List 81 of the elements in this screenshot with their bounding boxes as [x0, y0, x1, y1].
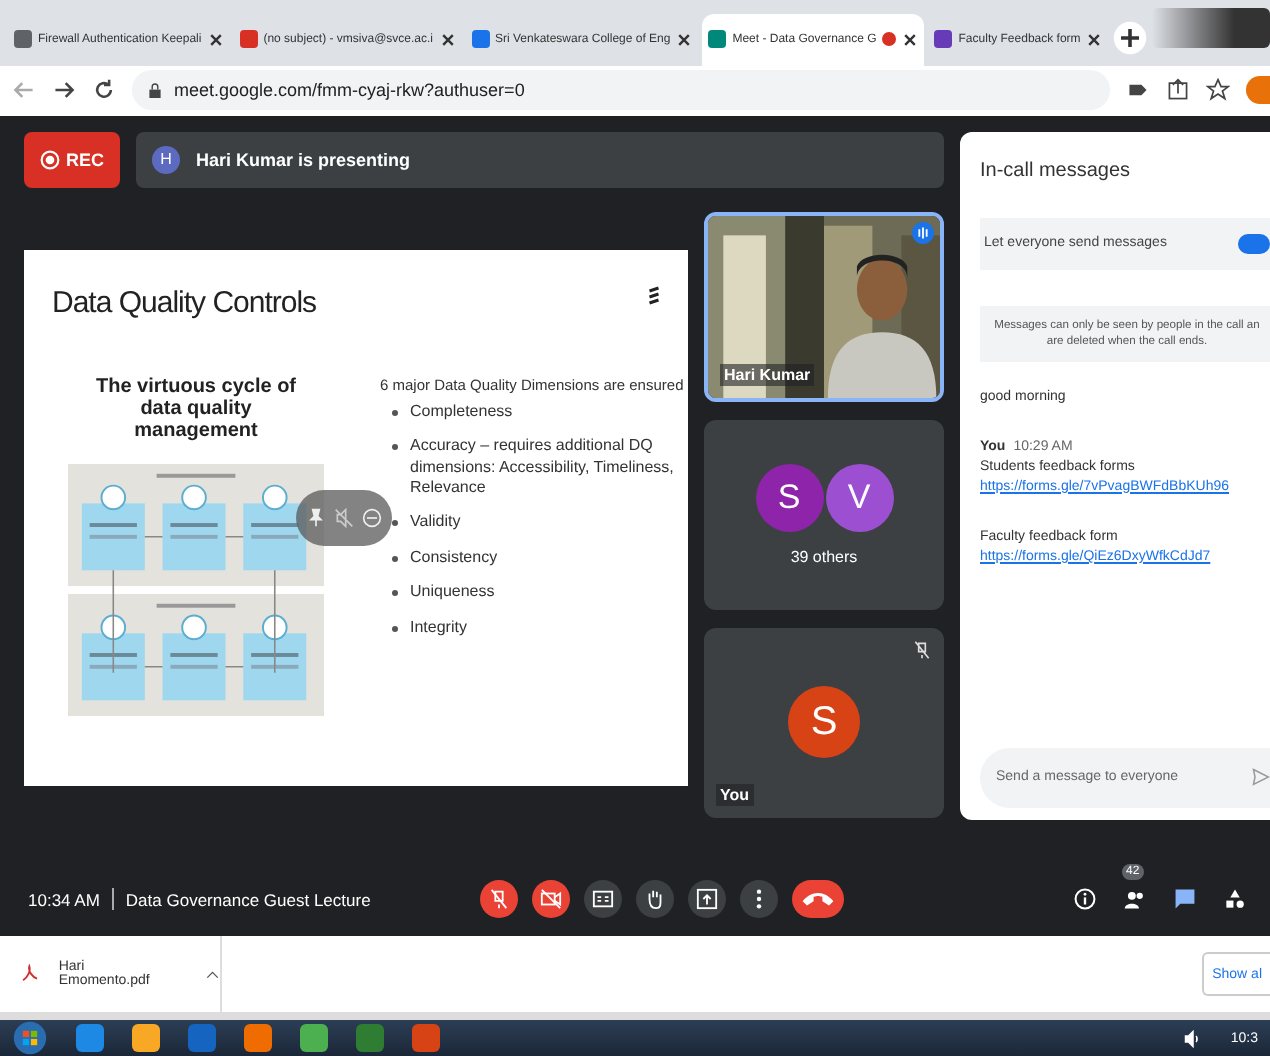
bullet-text: Uniqueness: [410, 582, 495, 604]
more-options-button[interactable]: [740, 880, 778, 919]
tab-icon: [471, 30, 489, 49]
speaking-icon: [912, 221, 934, 244]
bullet-text: Validity: [410, 512, 461, 534]
people-icon[interactable]: [1124, 888, 1146, 911]
bullet-icon: [392, 555, 398, 562]
present-button[interactable]: [688, 880, 726, 919]
avatar: S: [755, 463, 823, 532]
record-icon: [40, 149, 60, 170]
participant-tile[interactable]: S You: [704, 627, 944, 818]
bullet-text: Integrity: [410, 617, 467, 638]
meeting-time: 10:34 AM: [28, 889, 100, 910]
close-icon[interactable]: [1086, 31, 1103, 48]
chat-icon[interactable]: [1174, 888, 1196, 911]
url-text: meet.google.com/fmm-cyaj-rkw?authuser=0: [174, 80, 525, 101]
taskbar-app-icon[interactable]: [132, 1024, 160, 1053]
logo-icon: [648, 285, 660, 308]
caret-icon: [206, 969, 220, 980]
taskbar-app-icon[interactable]: [300, 1024, 328, 1053]
panel-title: In-call messages: [980, 159, 1133, 182]
tab-icon: [239, 30, 258, 49]
bullet-icon: [392, 409, 398, 416]
phone-icon: [800, 888, 836, 911]
participant-name: You: [716, 783, 754, 806]
presenting-text: Hari Kumar is presenting: [196, 149, 411, 170]
bullet-text: Consistency: [410, 547, 498, 569]
recording-badge: REC: [24, 131, 121, 188]
minus-circle-icon[interactable]: [362, 507, 382, 528]
start-orb-icon[interactable]: [12, 1020, 48, 1056]
share-icon[interactable]: [1166, 78, 1190, 103]
diagram-title: The virtuous cycle of data quality management: [93, 375, 299, 442]
send-icon[interactable]: [1252, 768, 1270, 787]
close-icon[interactable]: [207, 31, 224, 48]
window-controls[interactable]: [1152, 8, 1270, 48]
taskbar-app-icon[interactable]: [76, 1024, 104, 1053]
raise-hand-button[interactable]: [636, 880, 674, 919]
camera-button[interactable]: [532, 880, 570, 919]
volume-icon[interactable]: [1184, 1029, 1203, 1048]
address-bar[interactable]: meet.google.com/fmm-cyaj-rkw?authuser=0: [132, 70, 1110, 111]
mic-off-icon: [488, 888, 510, 911]
microphone-button[interactable]: [480, 880, 518, 919]
pin-icon[interactable]: [306, 507, 326, 528]
tab-icon: [708, 30, 727, 49]
new-tab-icon[interactable]: [1112, 20, 1149, 57]
slide-title: Data Quality Controls: [52, 285, 317, 320]
close-icon[interactable]: [439, 31, 455, 48]
end-call-button[interactable]: [792, 880, 844, 919]
meeting-title: Data Governance Guest Lecture: [125, 889, 371, 910]
pdf-icon: [20, 964, 39, 985]
bullet-text: Completeness: [410, 401, 513, 423]
captions-icon: [592, 888, 614, 911]
others-count: 39 others: [790, 547, 858, 566]
star-icon[interactable]: [1206, 78, 1230, 103]
participant-name: Hari Kumar: [720, 363, 815, 386]
profile-avatar[interactable]: [1246, 76, 1270, 105]
taskbar-app-icon[interactable]: [244, 1024, 272, 1053]
tab-icon: [934, 30, 953, 49]
info-icon[interactable]: [1074, 888, 1096, 911]
avatar: S: [788, 686, 860, 759]
captions-button[interactable]: [584, 880, 622, 919]
camera-off-icon: [540, 888, 562, 911]
forward-icon[interactable]: [52, 78, 76, 103]
bullet-icon: [392, 625, 398, 632]
bullet-text: Accuracy – requires additional DQ dimensions: Accessibility, Timeliness, Relevance: [410, 436, 676, 499]
presenter-avatar: H: [152, 145, 181, 174]
video-tile[interactable]: Hari Kumar: [704, 211, 944, 402]
tab-icon: [14, 30, 32, 49]
present-icon: [696, 888, 718, 911]
participant-tile[interactable]: S V 39 others: [704, 419, 944, 610]
toggle-switch[interactable]: [1238, 233, 1270, 254]
bullet-icon: [392, 444, 398, 451]
close-icon[interactable]: [902, 31, 919, 48]
lock-icon: [148, 81, 162, 100]
taskbar-app-icon[interactable]: [412, 1024, 440, 1053]
close-icon[interactable]: [676, 31, 693, 48]
hand-icon: [644, 888, 666, 911]
avatar: V: [825, 463, 893, 532]
activities-icon[interactable]: [1224, 888, 1246, 911]
reload-icon[interactable]: [92, 78, 116, 103]
bullet-icon: [392, 590, 398, 597]
